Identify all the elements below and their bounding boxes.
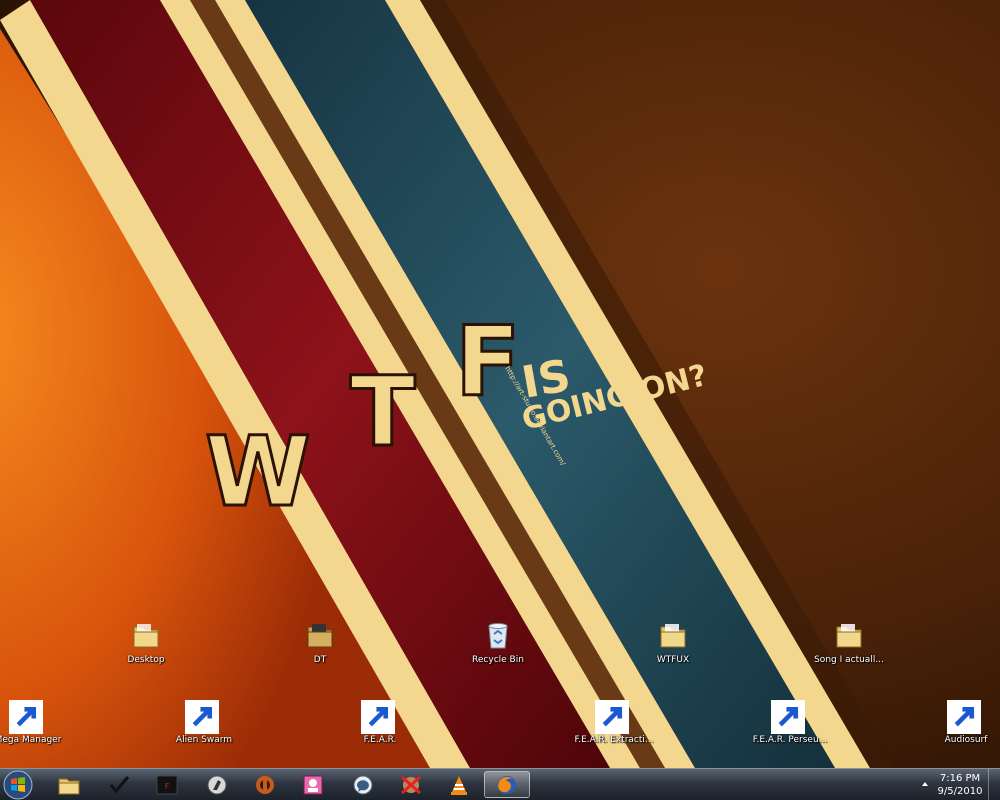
taskbar-firefox[interactable] xyxy=(484,771,530,798)
desktop-icon-label: Alien Swarm xyxy=(175,735,233,745)
desktop-icon-label: F.E.A.R. Perseu... xyxy=(752,735,828,745)
taskbar-clock[interactable]: 7:16 PM 9/5/2010 xyxy=(936,772,984,798)
headline-f: F xyxy=(455,306,521,418)
shortcut-arrow-icon xyxy=(595,700,629,734)
recycle-bin-icon xyxy=(488,623,508,649)
taskbar-checkmark-app[interactable] xyxy=(100,771,138,798)
firefox-icon xyxy=(498,775,516,794)
desktop-icon-label: Mega Manager xyxy=(0,735,62,745)
folder-icon xyxy=(307,624,333,648)
desktop-icon-label: Desktop xyxy=(127,655,165,665)
desktop-icon-alien-swarm[interactable]: Alien Swarm xyxy=(162,698,246,746)
desktop-icon-mega-manager[interactable]: M Mega Manager xyxy=(0,698,70,746)
crossed-app-icon xyxy=(401,775,421,794)
desktop-icon-desktop[interactable]: Desktop xyxy=(104,618,188,666)
shortcut-arrow-icon xyxy=(947,700,981,734)
folder-icon xyxy=(660,624,686,648)
taskbar-team-fortress[interactable] xyxy=(246,771,284,798)
headline-t: T xyxy=(350,356,415,468)
windows-explorer-icon xyxy=(58,778,80,794)
taskbar-counter-strike[interactable] xyxy=(198,771,236,798)
taskbar-image-app[interactable] xyxy=(294,771,332,798)
shortcut-arrow-icon xyxy=(9,700,43,734)
taskbar: F 7:16 PM 9/5/2010 xyxy=(0,768,1000,800)
desktop-icon-label: DT xyxy=(313,655,327,665)
start-button[interactable] xyxy=(3,770,33,800)
clock-date: 9/5/2010 xyxy=(937,786,983,797)
desktop-icon-fear-extraction[interactable]: F.E.A.R. Extracti... xyxy=(572,698,656,746)
clock-time: 7:16 PM xyxy=(939,773,981,784)
fear-app-icon: F xyxy=(156,775,178,794)
shortcut-arrow-icon xyxy=(185,700,219,734)
desktop-icon-label: Recycle Bin xyxy=(472,655,524,665)
desktop-icon-label: WTFUX xyxy=(656,655,690,665)
show-desktop-button[interactable] xyxy=(988,769,1000,800)
desktop-icon-dt[interactable]: DT xyxy=(278,618,362,666)
desktop-icon-song-folder[interactable]: Song I actuall... xyxy=(807,618,891,666)
taskbar-crossed-app[interactable] xyxy=(392,771,430,798)
folder-icon xyxy=(836,624,862,648)
desktop-icon-label: F.E.A.R. xyxy=(363,735,397,745)
vlc-icon xyxy=(451,775,467,795)
taskbar-chat-app[interactable] xyxy=(344,771,382,798)
desktop-icon-audiosurf[interactable]: Audiosurf xyxy=(924,698,1000,746)
team-fortress-icon xyxy=(256,775,274,794)
headline-w: W xyxy=(205,416,311,528)
svg-text:F: F xyxy=(165,782,170,791)
taskbar-fear-app[interactable]: F xyxy=(148,771,186,798)
shortcut-arrow-icon xyxy=(361,700,395,734)
shortcut-arrow-icon xyxy=(771,700,805,734)
desktop-icon-fear[interactable]: F.E.A.R. xyxy=(338,698,422,746)
chat-app-icon xyxy=(353,775,373,794)
desktop-icon-fear-perseus[interactable]: F.E.A.R. Perseu... xyxy=(748,698,832,746)
desktop-icon-recycle-bin[interactable]: Recycle Bin xyxy=(456,618,540,666)
desktop-icon-label: Song I actuall... xyxy=(814,655,884,665)
tray-expand-icon[interactable] xyxy=(920,779,930,789)
desktop-icon-wtfux[interactable]: WTFUX xyxy=(631,618,715,666)
counter-strike-icon xyxy=(207,775,227,794)
image-app-icon xyxy=(303,775,323,794)
desktop-icon-label: Audiosurf xyxy=(944,735,988,745)
folder-icon xyxy=(133,624,159,648)
taskbar-vlc[interactable] xyxy=(440,771,478,798)
checkmark-app-icon xyxy=(109,775,130,793)
desktop-icon-label: F.E.A.R. Extracti... xyxy=(574,735,654,745)
taskbar-windows-explorer[interactable] xyxy=(50,771,88,798)
